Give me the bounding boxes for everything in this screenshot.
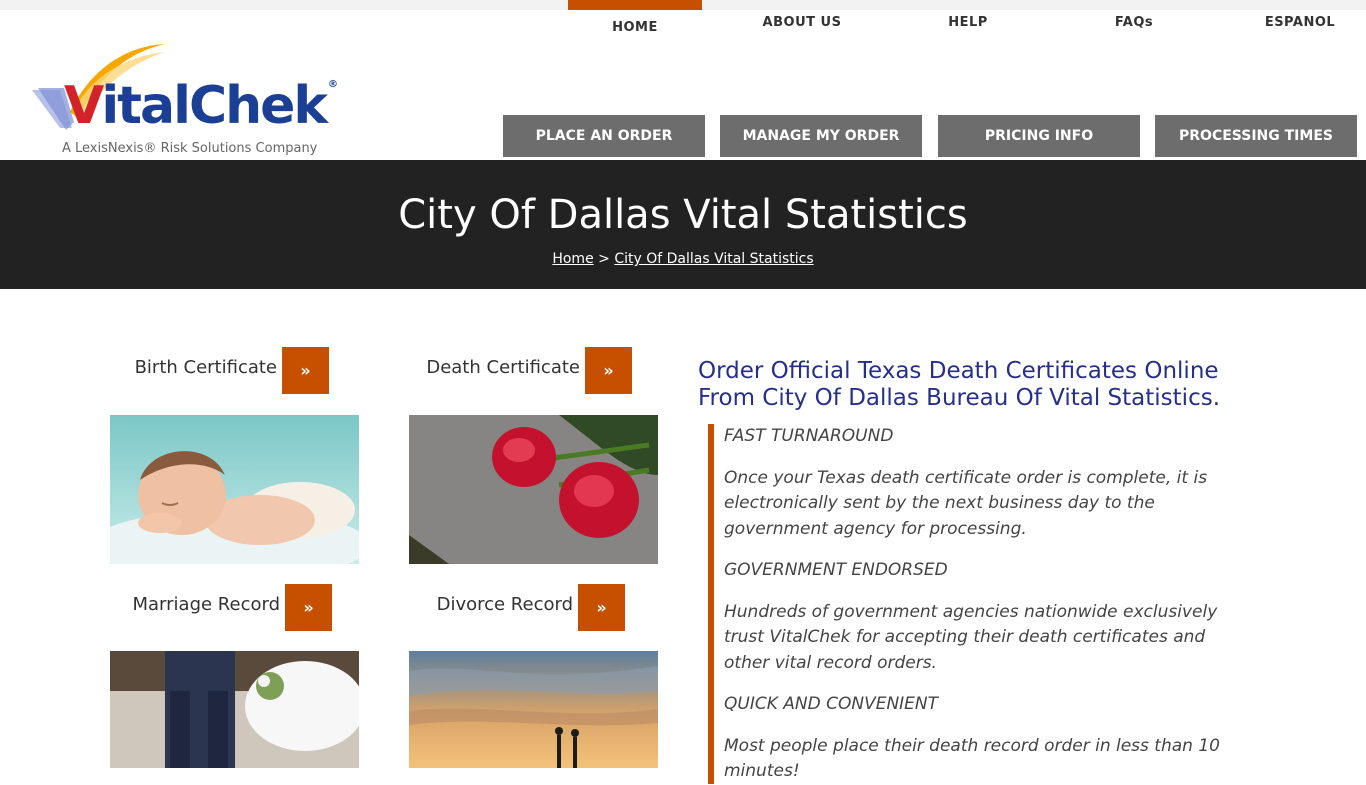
red-roses-on-stone-photo bbox=[409, 415, 658, 564]
content-heading: Order Official Texas Death Certificates … bbox=[698, 358, 1221, 411]
benefit-heading-fast-turnaround: FAST TURNAROUND bbox=[724, 426, 894, 446]
marriage-record-image[interactable] bbox=[110, 651, 359, 768]
birth-certificate-label: Birth Certificate bbox=[134, 357, 277, 378]
benefit-text-government-endorsed: Hundreds of government agencies nationwi… bbox=[724, 601, 1218, 673]
death-certificate-go-button[interactable]: » bbox=[585, 347, 632, 394]
wedding-couple-photo bbox=[110, 651, 359, 768]
nav-faqs[interactable]: FAQs bbox=[1067, 0, 1201, 44]
pricing-info-button[interactable]: PRICING INFO bbox=[938, 115, 1140, 157]
breadcrumb-current-link[interactable]: City Of Dallas Vital Statistics bbox=[614, 251, 813, 267]
benefit-heading-government-endorsed: GOVERNMENT ENDORSED bbox=[724, 560, 948, 580]
breadcrumb: Home > City Of Dallas Vital Statistics bbox=[0, 251, 1366, 267]
breadcrumb-home-link[interactable]: Home bbox=[552, 251, 593, 267]
death-certificate-image[interactable] bbox=[409, 415, 658, 564]
marriage-record-label: Marriage Record bbox=[132, 594, 281, 615]
benefits-quote: FAST TURNAROUND Once your Texas death ce… bbox=[708, 424, 1228, 784]
nav-help[interactable]: HELP bbox=[901, 0, 1035, 44]
divorce-record-go-button[interactable]: » bbox=[578, 584, 625, 631]
action-nav: PLACE AN ORDER MANAGE MY ORDER PRICING I… bbox=[0, 115, 1366, 157]
nav-about-us[interactable]: ABOUT US bbox=[735, 0, 869, 44]
brand-registered: ® bbox=[327, 79, 338, 90]
birth-certificate-image[interactable] bbox=[110, 415, 359, 564]
divorce-record-label: Divorce Record bbox=[436, 594, 573, 615]
marriage-record-go-button[interactable]: » bbox=[285, 584, 332, 631]
benefit-text-quick-convenient: Most people place their death record ord… bbox=[724, 735, 1220, 782]
page-hero: City Of Dallas Vital Statistics Home > C… bbox=[0, 160, 1366, 289]
benefit-heading-quick-convenient: QUICK AND CONVENIENT bbox=[724, 694, 939, 714]
page-title: City Of Dallas Vital Statistics bbox=[398, 192, 968, 238]
top-nav: HOME ABOUT US HELP FAQs ESPANOL bbox=[568, 0, 1366, 44]
birth-certificate-go-button[interactable]: » bbox=[282, 347, 329, 394]
processing-times-button[interactable]: PROCESSING TIMES bbox=[1155, 115, 1357, 157]
breadcrumb-separator: > bbox=[593, 251, 615, 267]
death-certificate-label: Death Certificate bbox=[426, 357, 580, 378]
sunset-silhouette-photo bbox=[409, 651, 658, 768]
content-column: Order Official Texas Death Certificates … bbox=[698, 358, 1238, 412]
divorce-record-image[interactable] bbox=[409, 651, 658, 768]
nav-espanol[interactable]: ESPANOL bbox=[1233, 0, 1366, 44]
nav-home[interactable]: HOME bbox=[568, 0, 702, 44]
benefit-text-fast-turnaround: Once your Texas death certificate order … bbox=[724, 467, 1208, 539]
sleeping-baby-photo bbox=[110, 415, 359, 564]
place-an-order-button[interactable]: PLACE AN ORDER bbox=[503, 115, 705, 157]
manage-my-order-button[interactable]: MANAGE MY ORDER bbox=[720, 115, 922, 157]
